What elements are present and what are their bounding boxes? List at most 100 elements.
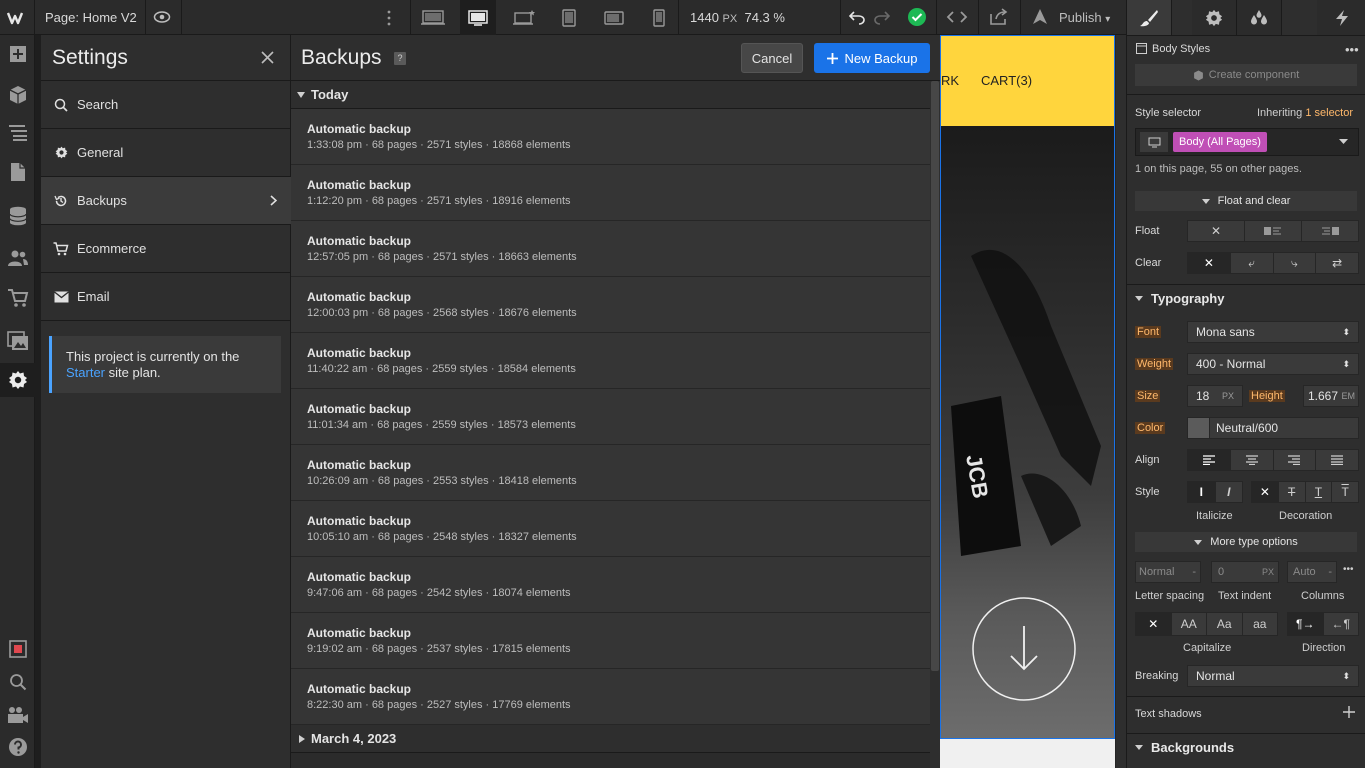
float-clear-toggle[interactable]: Float and clear	[1135, 191, 1357, 211]
size-input[interactable]: 18 PX	[1187, 385, 1243, 407]
starter-plan-link[interactable]: Starter	[66, 365, 105, 380]
backup-row[interactable]: Automatic backup 1:33:08 pm · 68 pages · …	[291, 109, 930, 165]
ltr-direction-icon[interactable]: ¶→	[1288, 613, 1324, 635]
capitalize-control[interactable]: ✕ AA Aa aa	[1135, 612, 1278, 636]
design-canvas[interactable]: RK CART(3) JCB	[940, 35, 1126, 768]
text-indent-unit[interactable]: PX	[1262, 567, 1274, 577]
nav-cart-link[interactable]: CART(3)	[981, 73, 1032, 88]
align-center-icon[interactable]	[1231, 450, 1274, 470]
backup-row[interactable]: Automatic backup 10:26:09 am · 68 pages ·…	[291, 445, 930, 501]
float-none-icon[interactable]: ✕	[1188, 221, 1245, 241]
add-element-icon[interactable]	[0, 37, 35, 71]
breakpoint-desktop-icon[interactable]	[460, 0, 496, 35]
pages-icon[interactable]	[0, 155, 35, 189]
undo-icon[interactable]	[848, 9, 866, 25]
ecommerce-cart-icon[interactable]	[0, 281, 35, 315]
weight-select[interactable]: 400 - Normal ⬍	[1187, 353, 1359, 375]
add-text-shadow-icon[interactable]	[1343, 706, 1355, 718]
size-unit[interactable]: PX	[1222, 391, 1234, 401]
breakpoint-laptop-icon[interactable]	[506, 0, 542, 35]
decoration-none-icon[interactable]: ✕	[1252, 482, 1279, 502]
clear-both-icon[interactable]: ⇄	[1316, 253, 1358, 273]
settings-menu-general[interactable]: General	[41, 129, 291, 177]
users-icon[interactable]	[0, 241, 35, 275]
color-field[interactable]: Neutral/600	[1187, 417, 1359, 439]
overline-icon[interactable]: T	[1332, 482, 1358, 502]
video-tutorials-icon[interactable]	[0, 698, 35, 732]
canvas-scrollbar[interactable]	[1116, 35, 1126, 768]
clear-left-icon[interactable]: ⤶	[1231, 253, 1274, 273]
lowercase-button[interactable]: aa	[1243, 613, 1278, 635]
canvas-frame[interactable]: RK CART(3) JCB	[940, 35, 1115, 739]
chevron-down-icon[interactable]	[1339, 139, 1348, 145]
rtl-direction-icon[interactable]: ←¶	[1324, 613, 1359, 635]
align-left-icon[interactable]	[1188, 450, 1231, 470]
underline-icon[interactable]: T	[1306, 482, 1333, 502]
cancel-button[interactable]: Cancel	[741, 43, 803, 73]
decoration-control[interactable]: ✕ T T T	[1251, 481, 1359, 503]
help-icon[interactable]	[0, 730, 35, 764]
align-control[interactable]	[1187, 449, 1359, 471]
clear-control[interactable]: ✕ ⤶ ⤷ ⇄	[1187, 252, 1359, 274]
backup-row[interactable]: Automatic backup 12:00:03 pm · 68 pages ·…	[291, 277, 930, 333]
align-justify-icon[interactable]	[1316, 450, 1358, 470]
publish-button[interactable]: Publish ▾	[1059, 10, 1110, 25]
settings-menu-search[interactable]: Search	[41, 81, 291, 129]
scrollbar-thumb[interactable]	[931, 81, 939, 671]
interactions-bolt-icon[interactable]	[1317, 0, 1365, 35]
columns-input[interactable]: Auto -	[1287, 561, 1337, 583]
text-indent-input[interactable]: 0 PX	[1211, 561, 1279, 583]
backup-row[interactable]: Automatic backup 11:40:22 am · 68 pages ·…	[291, 333, 930, 389]
preview-eye-icon[interactable]	[153, 9, 171, 25]
breakpoint-mobile-portrait-icon[interactable]	[641, 0, 677, 35]
style-manager-drops-icon[interactable]	[1237, 0, 1282, 35]
float-left-icon[interactable]	[1245, 221, 1302, 241]
more-vertical-icon[interactable]	[386, 9, 392, 27]
more-type-options-toggle[interactable]: More type options	[1135, 532, 1357, 552]
columns-more-icon[interactable]: •••	[1343, 564, 1354, 575]
redo-icon[interactable]	[873, 9, 891, 25]
backup-row[interactable]: Automatic backup 8:22:30 am · 68 pages · …	[291, 669, 930, 725]
search-icon[interactable]	[0, 665, 35, 699]
strikethrough-icon[interactable]: T	[1279, 482, 1306, 502]
backgrounds-section-header[interactable]: Backgrounds	[1127, 733, 1365, 761]
share-export-icon[interactable]	[989, 8, 1009, 26]
letter-spacing-input[interactable]: Normal -	[1135, 561, 1201, 583]
backup-row[interactable]: Automatic backup 12:57:05 pm · 68 pages ·…	[291, 221, 930, 277]
clear-right-icon[interactable]: ⤷	[1274, 253, 1317, 273]
inheriting-selector-link[interactable]: 1 selector	[1305, 107, 1353, 119]
backup-row[interactable]: Automatic backup 9:47:06 am · 68 pages · …	[291, 557, 930, 613]
selector-field[interactable]: Body (All Pages)	[1135, 128, 1359, 156]
style-brush-icon[interactable]	[1127, 0, 1172, 35]
element-settings-gear-icon[interactable]	[1192, 0, 1237, 35]
float-control[interactable]: ✕	[1187, 220, 1359, 242]
selector-tag-body[interactable]: Body (All Pages)	[1173, 132, 1267, 152]
components-cube-icon[interactable]	[0, 78, 35, 112]
new-backup-button[interactable]: New Backup	[814, 43, 930, 73]
group-march-4-2023[interactable]: March 4, 2023	[291, 725, 930, 753]
align-right-icon[interactable]	[1274, 450, 1317, 470]
nav-link-partial[interactable]: RK	[941, 73, 959, 88]
webflow-logo-icon[interactable]	[0, 0, 35, 35]
close-icon[interactable]	[261, 51, 274, 64]
color-swatch[interactable]	[1188, 418, 1210, 438]
uppercase-button[interactable]: AA	[1172, 613, 1207, 635]
breakpoint-large-desktop-icon[interactable]	[415, 0, 451, 35]
height-unit[interactable]: EM	[1342, 391, 1356, 401]
backup-row[interactable]: Automatic backup 9:19:02 am · 68 pages · …	[291, 613, 930, 669]
clear-none-icon[interactable]: ✕	[1188, 253, 1231, 273]
backups-scrollbar[interactable]	[930, 81, 940, 768]
italic-off-icon[interactable]: I	[1188, 482, 1216, 502]
code-icon[interactable]	[946, 9, 968, 25]
record-icon[interactable]	[0, 632, 35, 666]
settings-menu-backups[interactable]: Backups	[41, 177, 291, 225]
typography-section-header[interactable]: Typography	[1127, 284, 1365, 312]
site-navbar[interactable]: RK CART(3)	[941, 36, 1114, 126]
float-right-icon[interactable]	[1302, 221, 1358, 241]
settings-menu-ecommerce[interactable]: Ecommerce	[41, 225, 291, 273]
direction-control[interactable]: ¶→ ←¶	[1287, 612, 1359, 636]
more-options-icon[interactable]: •••	[1345, 42, 1359, 57]
breakpoint-mobile-landscape-icon[interactable]	[596, 0, 632, 35]
backup-row[interactable]: Automatic backup 10:05:10 am · 68 pages ·…	[291, 501, 930, 557]
case-none-icon[interactable]: ✕	[1136, 613, 1172, 635]
